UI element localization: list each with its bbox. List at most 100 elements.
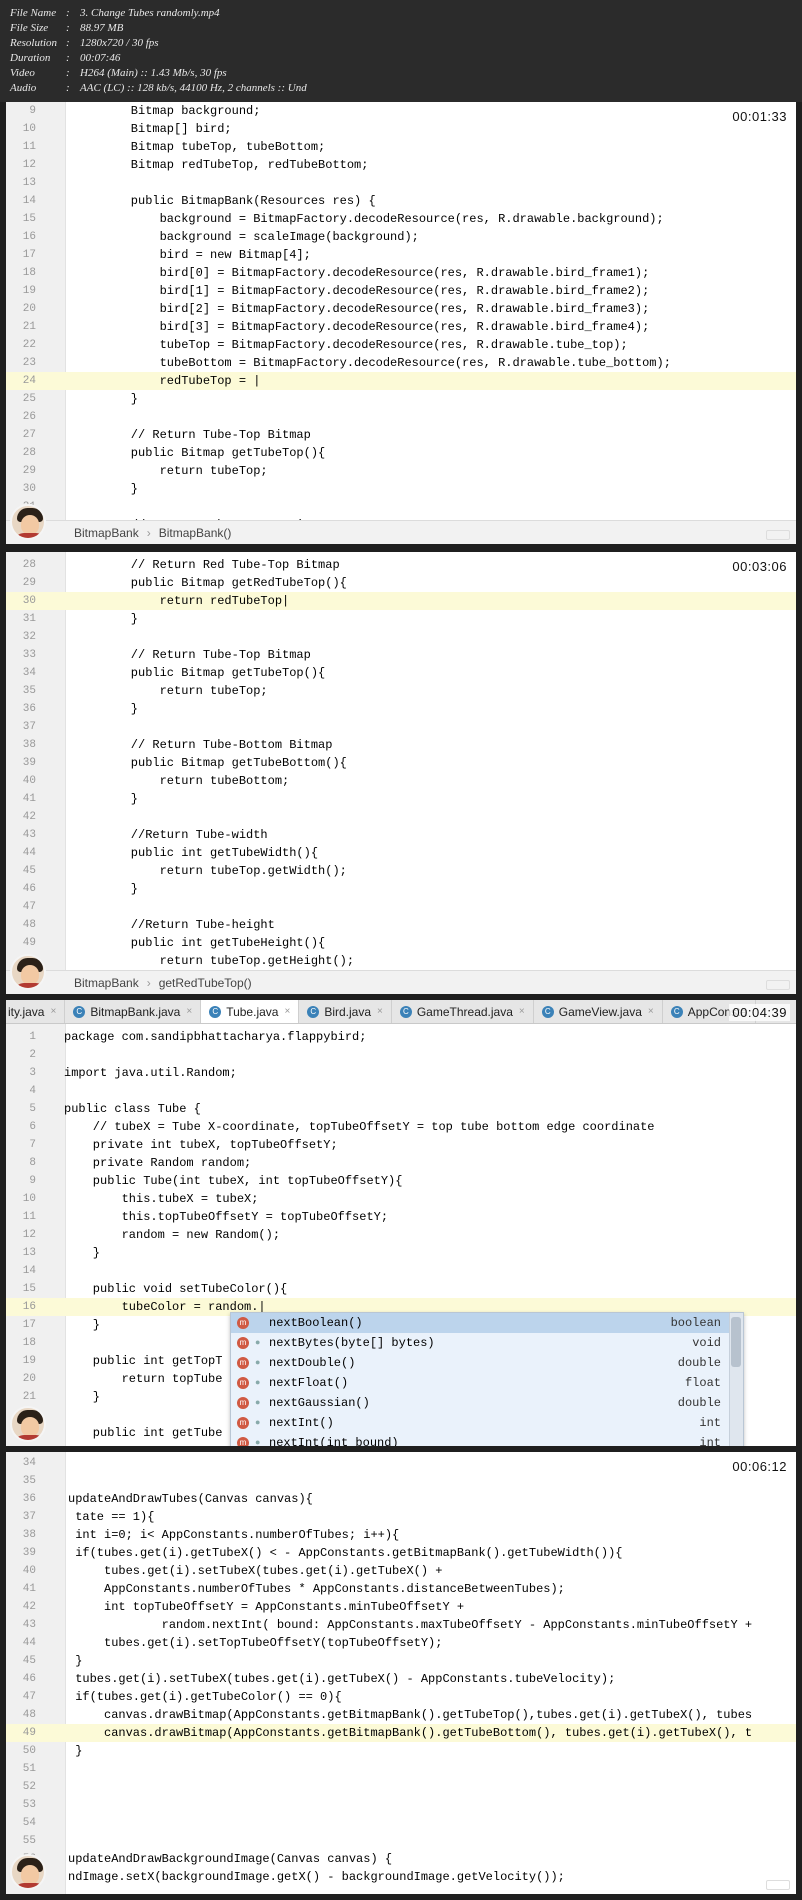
close-icon[interactable]: × <box>648 1006 654 1017</box>
code-line[interactable]: 44 public int getTubeWidth(){ <box>6 844 796 862</box>
code-line[interactable]: 13 <box>6 174 796 192</box>
code-line[interactable]: 8 private Random random; <box>6 1154 796 1172</box>
code-line[interactable]: 34 public Bitmap getTubeTop(){ <box>6 664 796 682</box>
code-line[interactable]: 35 <box>6 1472 796 1490</box>
code-line[interactable]: 39 public Bitmap getTubeBottom(){ <box>6 754 796 772</box>
code-line[interactable]: 19 bird[1] = BitmapFactory.decodeResourc… <box>6 282 796 300</box>
tab-activity[interactable]: ity.java × <box>6 1000 66 1023</box>
code-line[interactable]: 45 return tubeTop.getWidth(); <box>6 862 796 880</box>
code-line[interactable]: 36 updateAndDrawTubes(Canvas canvas){ <box>6 1490 796 1508</box>
code-line[interactable]: 12 Bitmap redTubeTop, redTubeBottom; <box>6 156 796 174</box>
code-line[interactable]: 7 private int tubeX, topTubeOffsetY; <box>6 1136 796 1154</box>
code-line[interactable]: 44 tubes.get(i).setTopTubeOffsetY(topTub… <box>6 1634 796 1652</box>
code-line[interactable]: 38 // Return Tube-Bottom Bitmap <box>6 736 796 754</box>
code-line[interactable]: 17 bird = new Bitmap[4]; <box>6 246 796 264</box>
code-line[interactable]: 10 this.tubeX = tubeX; <box>6 1190 796 1208</box>
code-line[interactable]: 10 Bitmap[] bird; <box>6 120 796 138</box>
close-icon[interactable]: × <box>284 1006 290 1017</box>
code-line[interactable]: 9 public Tube(int tubeX, int topTubeOffs… <box>6 1172 796 1190</box>
code-line[interactable]: 29 public Bitmap getRedTubeTop(){ <box>6 574 796 592</box>
code-line[interactable]: 43 //Return Tube-width <box>6 826 796 844</box>
code-area[interactable]: 28 // Return Red Tube-Top Bitmap 29 publi… <box>6 556 796 970</box>
code-line[interactable]: 34 <box>6 1454 796 1472</box>
tab-bitmapbank[interactable]: C BitmapBank.java × <box>65 1000 202 1023</box>
code-line[interactable]: 48 canvas.drawBitmap(AppConstants.getBit… <box>6 1706 796 1724</box>
code-line[interactable]: 50 } <box>6 1742 796 1760</box>
code-line[interactable]: 38 int i=0; i< AppConstants.numberOfTube… <box>6 1526 796 1544</box>
tab-bird[interactable]: C Bird.java × <box>299 1000 392 1023</box>
popup-scrollbar[interactable] <box>729 1313 743 1446</box>
code-line[interactable]: 11 Bitmap tubeTop, tubeBottom; <box>6 138 796 156</box>
close-icon[interactable]: × <box>519 1006 525 1017</box>
code-line[interactable]: 29 return tubeTop; <box>6 462 796 480</box>
code-line[interactable]: 30 return redTubeTop| <box>6 592 796 610</box>
code-line[interactable]: 56updateAndDrawBackgroundImage(Canvas ca… <box>6 1850 796 1868</box>
code-line[interactable]: 37 <box>6 718 796 736</box>
code-line[interactable]: 51 <box>6 1760 796 1778</box>
code-line[interactable]: 6 // tubeX = Tube X-coordinate, topTubeO… <box>6 1118 796 1136</box>
breadcrumb-item[interactable]: getRedTubeTop() <box>159 976 252 990</box>
code-line[interactable]: 33 // Return Tube-Top Bitmap <box>6 646 796 664</box>
code-line[interactable]: 40 tubes.get(i).setTubeX(tubes.get(i).ge… <box>6 1562 796 1580</box>
code-line[interactable]: 28 // Return Red Tube-Top Bitmap <box>6 556 796 574</box>
code-area[interactable]: 9 Bitmap background; 10 Bitmap[] bird; 11 … <box>6 102 796 534</box>
code-line[interactable]: 27 // Return Tube-Top Bitmap <box>6 426 796 444</box>
code-line[interactable]: 43 random.nextInt( bound: AppConstants.m… <box>6 1616 796 1634</box>
code-line[interactable]: 41 AppConstants.numberOfTubes * AppConst… <box>6 1580 796 1598</box>
code-line[interactable]: 49 canvas.drawBitmap(AppConstants.getBit… <box>6 1724 796 1742</box>
breadcrumb-item[interactable]: BitmapBank <box>74 976 139 990</box>
code-line[interactable]: 18 bird[0] = BitmapFactory.decodeResourc… <box>6 264 796 282</box>
code-line[interactable]: 9 Bitmap background; <box>6 102 796 120</box>
code-line[interactable]: 14 public BitmapBank(Resources res) { <box>6 192 796 210</box>
code-line[interactable]: 30 } <box>6 480 796 498</box>
code-line[interactable]: 37 tate == 1){ <box>6 1508 796 1526</box>
autocomplete-item[interactable]: m ● nextFloat() float <box>231 1373 743 1393</box>
code-line[interactable]: 1 package com.sandipbhattacharya.flappybi… <box>6 1028 796 1046</box>
code-line[interactable]: 35 return tubeTop; <box>6 682 796 700</box>
code-line[interactable]: 15 public void setTubeColor(){ <box>6 1280 796 1298</box>
code-line[interactable]: 4 <box>6 1082 796 1100</box>
tab-tube[interactable]: C Tube.java × <box>201 1000 300 1023</box>
code-line[interactable]: 52 <box>6 1778 796 1796</box>
tab-gamethread[interactable]: C GameThread.java × <box>392 1000 534 1023</box>
code-line[interactable]: 46 tubes.get(i).setTubeX(tubes.get(i).ge… <box>6 1670 796 1688</box>
code-line[interactable]: 26 <box>6 408 796 426</box>
autocomplete-item[interactable]: m nextBoolean() boolean <box>231 1313 743 1333</box>
code-line[interactable]: 31 <box>6 498 796 516</box>
code-line[interactable]: 55 <box>6 1832 796 1850</box>
code-line[interactable]: 41 } <box>6 790 796 808</box>
code-line[interactable]: 49 public int getTubeHeight(){ <box>6 934 796 952</box>
breadcrumb-item[interactable]: BitmapBank() <box>159 526 232 540</box>
code-line[interactable]: 57ndImage.setX(backgroundImage.getX() - … <box>6 1868 796 1886</box>
autocomplete-item[interactable]: m ● nextInt() int <box>231 1413 743 1433</box>
code-line[interactable]: 5 public class Tube { <box>6 1100 796 1118</box>
code-line[interactable]: 42 int topTubeOffsetY = AppConstants.min… <box>6 1598 796 1616</box>
code-line[interactable]: 23 tubeBottom = BitmapFactory.decodeReso… <box>6 354 796 372</box>
code-line[interactable]: 3 import java.util.Random; <box>6 1064 796 1082</box>
code-line[interactable]: 48 //Return Tube-height <box>6 916 796 934</box>
code-line[interactable]: 50 return tubeTop.getHeight(); <box>6 952 796 970</box>
code-line[interactable]: 20 bird[2] = BitmapFactory.decodeResourc… <box>6 300 796 318</box>
tab-gameview[interactable]: C GameView.java × <box>534 1000 663 1023</box>
code-line[interactable]: 11 this.topTubeOffsetY = topTubeOffsetY; <box>6 1208 796 1226</box>
code-line[interactable]: 32 <box>6 628 796 646</box>
code-line[interactable]: 16 background = scaleImage(background); <box>6 228 796 246</box>
breadcrumb-item[interactable]: BitmapBank <box>74 526 139 540</box>
autocomplete-item[interactable]: m ● nextInt(int bound) int <box>231 1433 743 1446</box>
code-line[interactable]: 2 <box>6 1046 796 1064</box>
code-line[interactable]: 31 } <box>6 610 796 628</box>
code-line[interactable]: 25 } <box>6 390 796 408</box>
close-icon[interactable]: × <box>377 1006 383 1017</box>
code-line[interactable]: 13 } <box>6 1244 796 1262</box>
scrollbar-thumb[interactable] <box>731 1317 741 1367</box>
code-line[interactable]: 46 } <box>6 880 796 898</box>
code-line[interactable]: 15 background = BitmapFactory.decodeReso… <box>6 210 796 228</box>
code-line[interactable]: 22 tubeTop = BitmapFactory.decodeResourc… <box>6 336 796 354</box>
autocomplete-item[interactable]: m ● nextBytes(byte[] bytes) void <box>231 1333 743 1353</box>
code-line[interactable]: 47 <box>6 898 796 916</box>
code-line[interactable]: 45 } <box>6 1652 796 1670</box>
code-line[interactable]: 12 random = new Random(); <box>6 1226 796 1244</box>
code-line[interactable]: 28 public Bitmap getTubeTop(){ <box>6 444 796 462</box>
code-line[interactable]: 42 <box>6 808 796 826</box>
code-line[interactable]: 24 redTubeTop = | <box>6 372 796 390</box>
